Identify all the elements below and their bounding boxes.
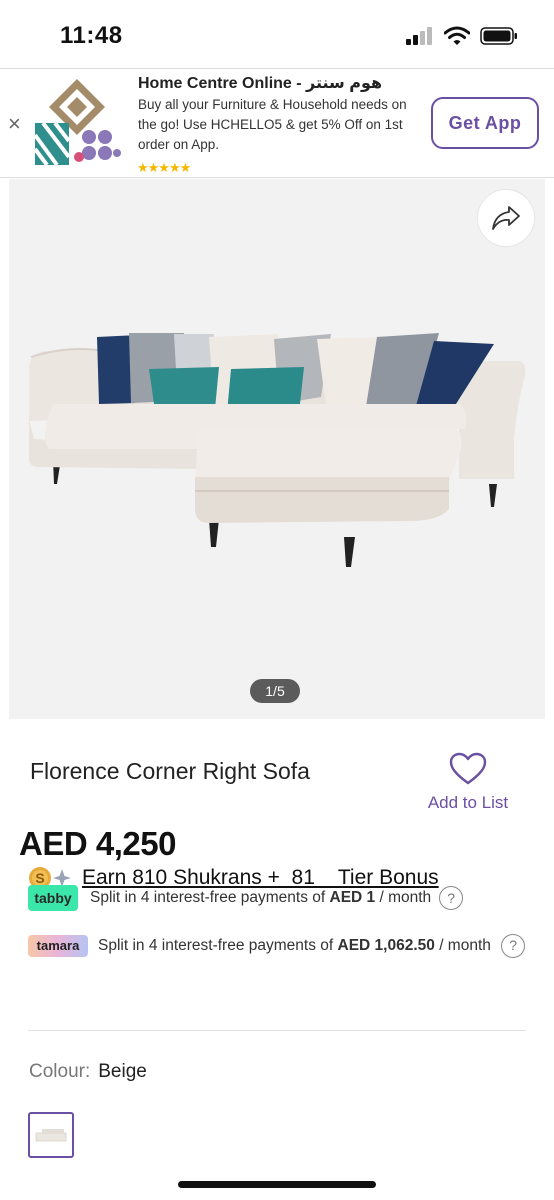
tamara-help-icon[interactable]: ?: [501, 933, 526, 958]
tamara-text-prefix: Split in 4 interest-free payments of: [98, 937, 338, 954]
tamara-installments-row: tamara Split in 4 interest-free payments …: [28, 930, 528, 961]
heart-icon: [449, 752, 487, 785]
colour-label: Colour:: [29, 1061, 91, 1082]
wifi-icon: [444, 26, 470, 45]
get-app-button[interactable]: Get App: [431, 97, 539, 149]
status-bar: 11:48: [0, 0, 554, 68]
share-icon: [492, 206, 520, 230]
close-icon[interactable]: ×: [8, 113, 21, 135]
image-pager: 1/5: [250, 679, 300, 703]
tamara-text-suffix: / month: [434, 937, 491, 954]
colour-swatch-beige[interactable]: [28, 1112, 74, 1158]
tabby-text-suffix: / month: [375, 889, 432, 906]
tabby-text-prefix: Split in 4 interest-free payments of: [90, 889, 330, 906]
home-centre-logo: [33, 79, 121, 165]
product-image-gallery[interactable]: 1/5: [9, 179, 545, 719]
banner-description: Buy all your Furniture & Household needs…: [138, 97, 407, 152]
share-button[interactable]: [477, 189, 535, 247]
sofa-product-photo: [28, 333, 526, 567]
rating-stars: ★★★★★: [137, 160, 191, 175]
banner-title: Home Centre Online - هوم سنتر: [138, 75, 383, 92]
tabby-help-icon[interactable]: ?: [439, 886, 464, 910]
colour-selector-label: Colour: Beige: [29, 1061, 147, 1083]
cellular-signal-icon: [406, 27, 432, 45]
status-icons: [406, 26, 518, 46]
product-title: Florence Corner Right Sofa: [30, 758, 310, 784]
svg-text:S: S: [35, 870, 44, 886]
tabby-text: Split in 4 interest-free payments of AED…: [90, 889, 431, 907]
product-price: AED 4,250: [19, 825, 176, 862]
add-to-list-label: Add to List: [427, 793, 509, 812]
home-indicator: [178, 1181, 376, 1188]
tamara-amount: AED 1,062.50: [337, 937, 435, 954]
sofa-thumbnail-icon: [35, 1129, 67, 1142]
tabby-logo: tabby: [28, 885, 78, 911]
battery-icon: [480, 27, 517, 45]
colour-value: Beige: [98, 1061, 147, 1082]
tabby-amount: AED 1: [329, 889, 376, 906]
status-time: 11:48: [60, 22, 123, 49]
tamara-logo: tamara: [28, 934, 88, 957]
section-divider: [28, 1030, 526, 1031]
tabby-installments-row: tabby Split in 4 interest-free payments …: [28, 885, 464, 911]
app-install-banner: × Home Centre Online - هوم سنتر Buy all …: [0, 68, 554, 178]
add-to-list-button[interactable]: Add to List: [418, 752, 518, 813]
